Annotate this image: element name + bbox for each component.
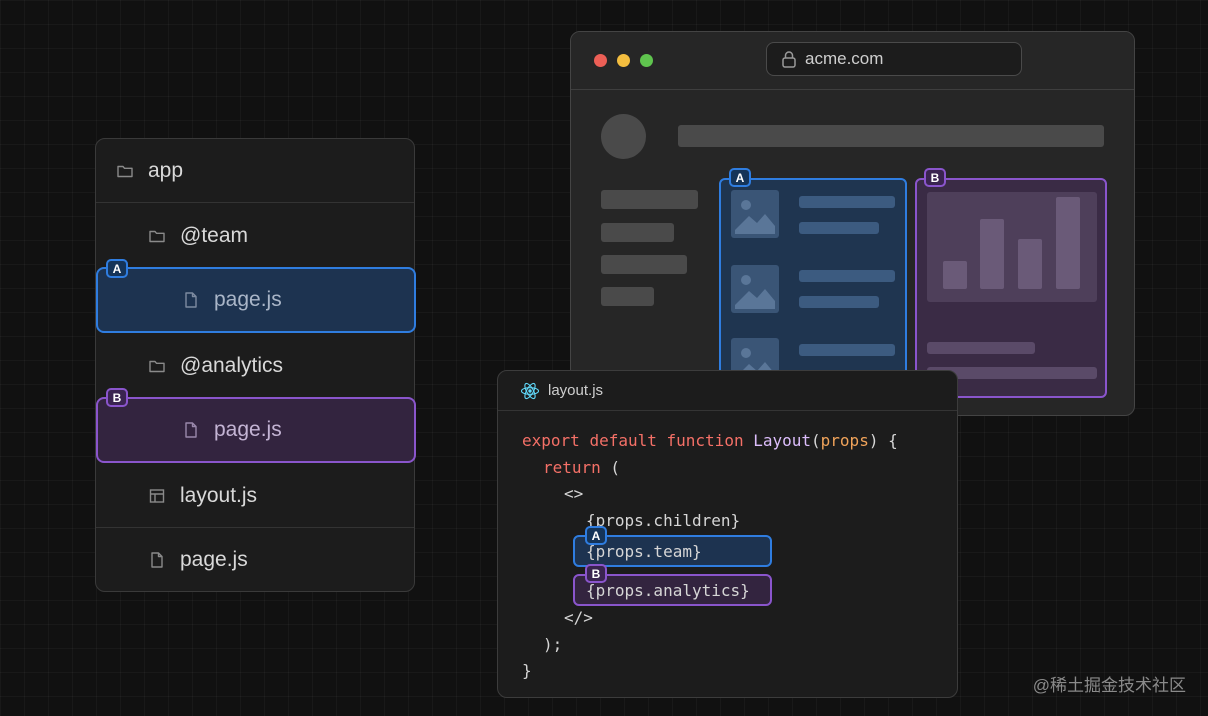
slot-a-tag: A bbox=[585, 526, 607, 545]
chart-bar bbox=[1018, 239, 1042, 289]
slot-b-tag: B bbox=[924, 168, 946, 187]
tree-item-team[interactable]: @team bbox=[96, 204, 414, 268]
code-token: function bbox=[666, 431, 744, 450]
code-token: ( bbox=[811, 431, 821, 450]
avatar-placeholder bbox=[601, 114, 646, 159]
browser-titlebar: acme.com bbox=[571, 32, 1134, 90]
code-token: return bbox=[543, 458, 601, 477]
code-token: default bbox=[589, 431, 657, 450]
divider bbox=[96, 202, 414, 203]
folder-icon bbox=[148, 357, 166, 375]
code-token: Layout bbox=[753, 431, 812, 450]
nav-placeholder bbox=[601, 223, 674, 242]
code-token: props bbox=[820, 431, 869, 450]
minimize-dot[interactable] bbox=[617, 54, 630, 67]
code-line-1: export default function Layout(props) { bbox=[522, 431, 898, 451]
tree-item-app[interactable]: app bbox=[96, 139, 414, 203]
slot-a-tag: A bbox=[729, 168, 751, 187]
code-line-3: <> bbox=[564, 484, 584, 503]
code-line-2: return ( bbox=[543, 458, 620, 478]
tree-item-label: page.js bbox=[214, 288, 282, 311]
tree-item-root-page[interactable]: page.js bbox=[96, 528, 414, 592]
tree-item-label: @analytics bbox=[180, 354, 284, 377]
header-placeholder bbox=[678, 125, 1104, 147]
url-text: acme.com bbox=[805, 49, 884, 68]
code-line-8: ); bbox=[543, 635, 563, 654]
address-bar[interactable]: acme.com bbox=[766, 42, 1022, 76]
slot-b-region bbox=[915, 178, 1107, 398]
tree-item-team-page[interactable]: page.js bbox=[96, 267, 416, 333]
chart-bar bbox=[1056, 197, 1080, 289]
code-line-4: {props.children} bbox=[586, 511, 741, 530]
tree-item-analytics-page[interactable]: page.js bbox=[96, 397, 416, 463]
tree-item-layout[interactable]: layout.js bbox=[96, 464, 414, 528]
file-icon bbox=[182, 421, 200, 439]
browser-window: acme.com A B bbox=[570, 31, 1135, 416]
nav-placeholder bbox=[601, 255, 687, 274]
nav-placeholder bbox=[601, 190, 698, 209]
text-placeholder bbox=[799, 196, 895, 208]
code-filename: layout.js bbox=[548, 382, 604, 399]
image-icon bbox=[731, 265, 779, 313]
watermark: @稀土掘金技术社区 bbox=[1032, 676, 1186, 695]
tree-item-analytics[interactable]: @analytics bbox=[96, 334, 414, 398]
react-icon bbox=[520, 381, 540, 401]
text-placeholder bbox=[799, 222, 879, 234]
code-line-5: {props.team} bbox=[586, 542, 702, 561]
code-header: layout.js bbox=[498, 371, 957, 411]
slot-b-tag: B bbox=[106, 388, 128, 407]
text-placeholder bbox=[927, 342, 1035, 354]
code-token: export bbox=[522, 431, 580, 450]
chart-bar bbox=[980, 219, 1004, 289]
code-line-9: } bbox=[522, 661, 532, 680]
nav-placeholder bbox=[601, 287, 654, 306]
tree-item-label: app bbox=[148, 159, 184, 182]
image-icon bbox=[731, 190, 779, 238]
file-icon bbox=[182, 291, 200, 309]
chart-placeholder bbox=[927, 192, 1097, 302]
text-placeholder bbox=[799, 296, 879, 308]
tree-item-label: page.js bbox=[180, 548, 248, 571]
code-line-7: </> bbox=[564, 608, 593, 627]
tree-item-label: @team bbox=[180, 224, 249, 247]
chart-bar bbox=[943, 261, 967, 289]
tree-item-label: layout.js bbox=[180, 484, 258, 507]
close-dot[interactable] bbox=[594, 54, 607, 67]
tree-item-label: page.js bbox=[214, 418, 282, 441]
code-window: layout.js export default function Layout… bbox=[497, 370, 958, 698]
code-token: ) { bbox=[868, 431, 898, 450]
maximize-dot[interactable] bbox=[640, 54, 653, 67]
slot-b-tag: B bbox=[585, 564, 607, 583]
text-placeholder bbox=[799, 270, 895, 282]
code-line-6: {props.analytics} bbox=[586, 581, 750, 600]
file-icon bbox=[148, 551, 166, 569]
folder-icon bbox=[148, 227, 166, 245]
file-tree-panel: app @team page.js A @analytics page.js B… bbox=[95, 138, 416, 592]
layout-icon bbox=[148, 487, 166, 505]
slot-a-tag: A bbox=[106, 259, 128, 278]
lock-icon bbox=[781, 50, 797, 68]
code-token: ( bbox=[600, 458, 621, 477]
folder-icon bbox=[116, 162, 134, 180]
text-placeholder bbox=[799, 344, 895, 356]
